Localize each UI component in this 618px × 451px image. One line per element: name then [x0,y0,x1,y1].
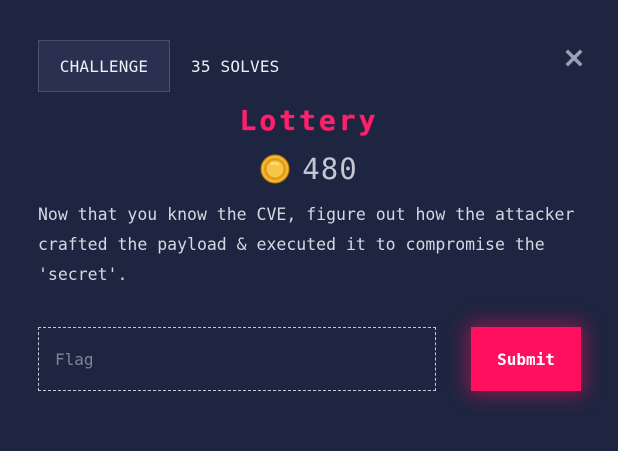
coin-icon [260,154,290,184]
points-value: 480 [302,152,358,186]
tab-solves[interactable]: 35 SOLVES [191,40,280,92]
tab-challenge[interactable]: CHALLENGE [38,40,170,92]
close-icon[interactable] [562,46,586,70]
submit-button[interactable]: Submit [471,327,581,391]
flag-input[interactable] [38,327,436,391]
points-display: 480 [0,150,618,188]
challenge-description: Now that you know the CVE, figure out ho… [38,205,575,284]
challenge-title: Lottery [239,104,379,137]
